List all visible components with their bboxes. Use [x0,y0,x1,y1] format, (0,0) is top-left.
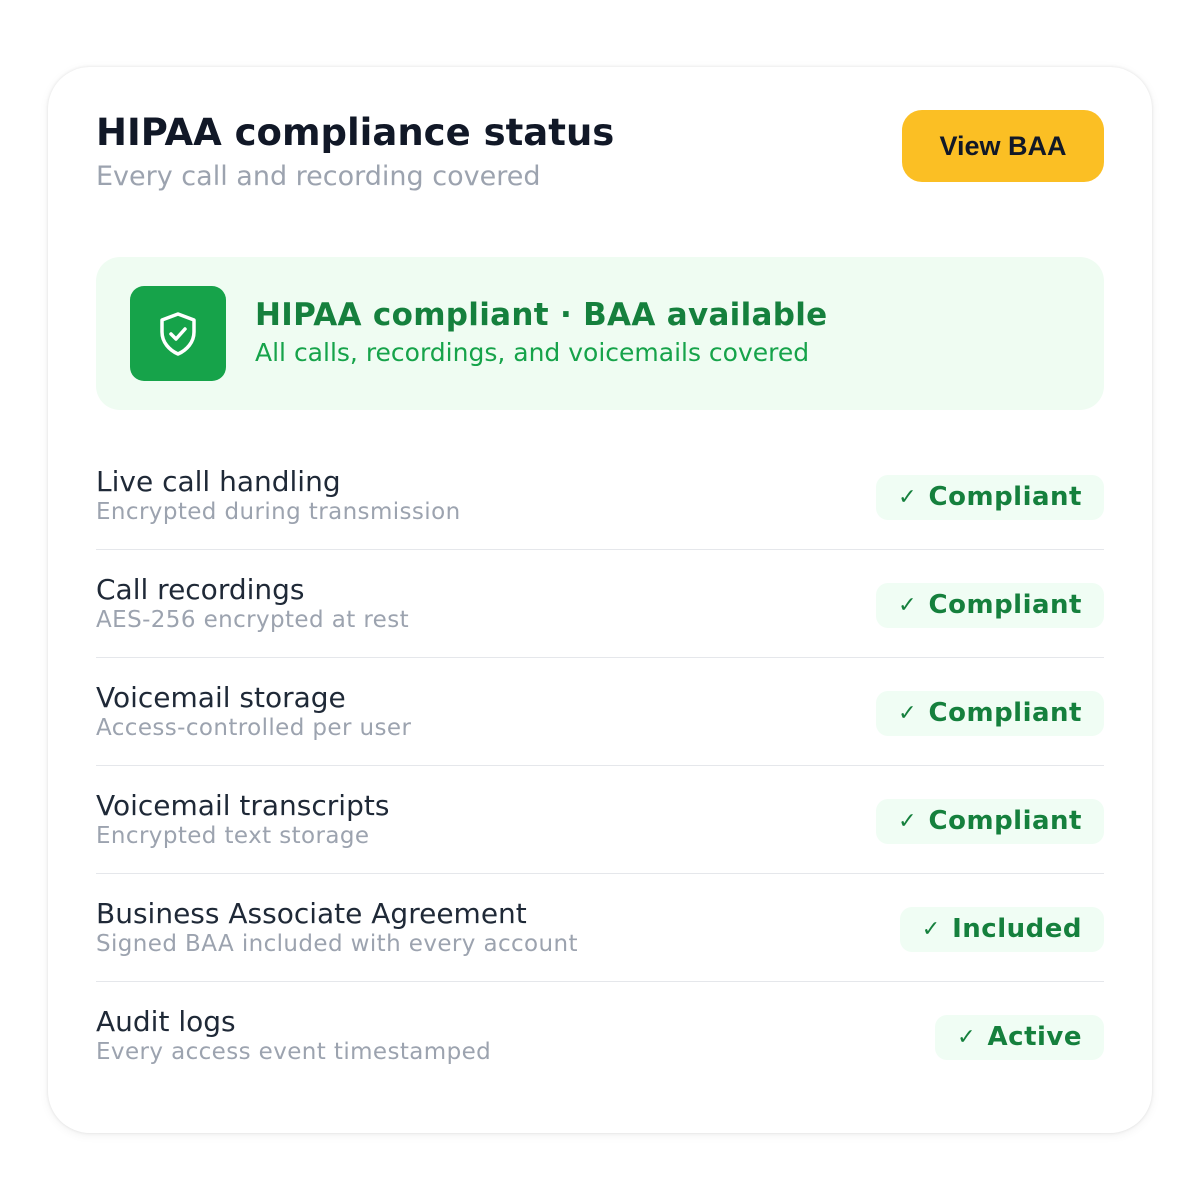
view-baa-button[interactable]: View BAA [902,110,1104,182]
item-title: Audit logs [96,1005,236,1038]
banner-title: HIPAA compliant · BAA available [255,297,828,333]
status-label: Compliant [928,698,1082,728]
item-title: Live call handling [96,465,341,498]
list-item: Business Associate Agreement Signed BAA … [96,874,1104,982]
item-description: Every access event timestamped [96,1039,492,1065]
banner-subtitle: All calls, recordings, and voicemails co… [255,338,810,367]
item-title: Voicemail transcripts [96,789,390,822]
item-description: Signed BAA included with every account [96,931,578,957]
status-label: Compliant [928,482,1082,512]
status-label: Active [987,1022,1082,1052]
item-title: Business Associate Agreement [96,897,527,930]
check-icon: ✓ [957,1025,976,1050]
item-description: Encrypted during transmission [96,499,461,525]
compliance-banner: HIPAA compliant · BAA available All call… [96,257,1104,410]
status-label: Included [952,914,1082,944]
status-badge: ✓ Compliant [876,583,1104,628]
item-description: Encrypted text storage [96,823,370,849]
item-description: Access-controlled per user [96,715,412,741]
status-label: Compliant [928,590,1082,620]
list-item: Voicemail storage Access-controlled per … [96,658,1104,766]
item-description: AES-256 encrypted at rest [96,607,410,633]
page-title: HIPAA compliance status [96,111,615,154]
status-badge: ✓ Included [899,907,1104,952]
shield-check-icon [130,286,226,381]
status-badge: ✓ Compliant [876,691,1104,736]
item-title: Voicemail storage [96,681,346,714]
compliance-list: Live call handling Encrypted during tran… [96,442,1104,1089]
check-icon: ✓ [898,485,917,510]
check-icon: ✓ [898,809,917,834]
page-subtitle: Every call and recording covered [96,161,541,192]
status-badge: ✓ Compliant [876,799,1104,844]
item-title: Call recordings [96,573,305,606]
status-label: Compliant [928,806,1082,836]
status-badge: ✓ Active [935,1015,1104,1060]
list-item: Call recordings AES-256 encrypted at res… [96,550,1104,658]
check-icon: ✓ [921,917,941,942]
check-icon: ✓ [898,701,917,726]
list-item: Live call handling Encrypted during tran… [96,442,1104,550]
status-badge: ✓ Compliant [876,475,1104,520]
list-item: Audit logs Every access event timestampe… [96,982,1104,1089]
compliance-card: HIPAA compliance status Every call and r… [48,67,1152,1133]
list-item: Voicemail transcripts Encrypted text sto… [96,766,1104,874]
check-icon: ✓ [898,593,917,618]
